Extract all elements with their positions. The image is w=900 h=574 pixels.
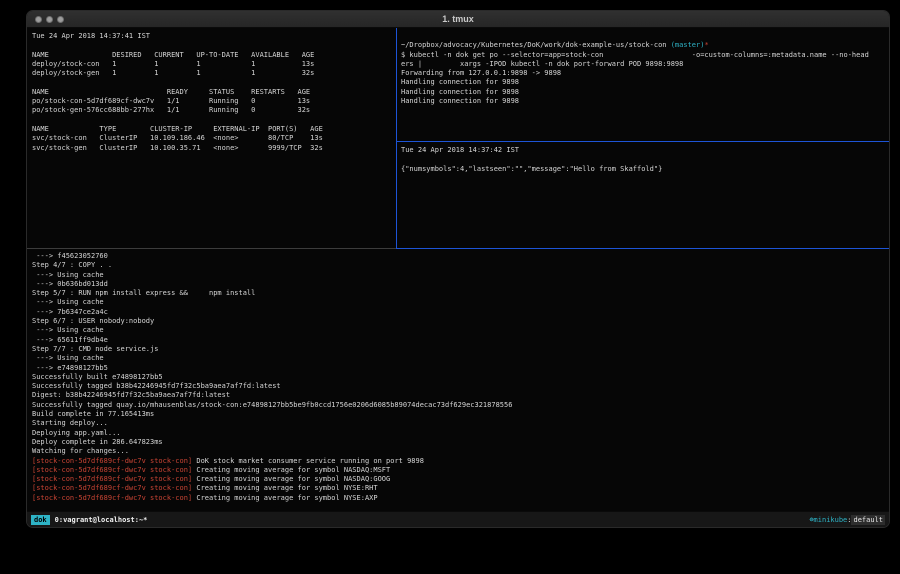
terminal-line: po/stock-con-5d7df689cf-dwc7v 1/1 Runnin… [32, 97, 396, 106]
terminal-line: Digest: b38b42246945fd7f32c5ba9aea7af7fd… [32, 391, 889, 400]
pane-kubectl-watch[interactable]: Tue 24 Apr 2018 14:37:41 IST NAME DESIRE… [27, 28, 396, 248]
session-name-badge[interactable]: dok [31, 515, 50, 525]
kube-namespace-label: default [851, 515, 885, 525]
terminal-line [32, 78, 396, 87]
terminal-line: [stock-con-5d7df689cf-dwc7v stock-con] C… [32, 494, 889, 503]
terminal-line: [stock-con-5d7df689cf-dwc7v stock-con] C… [32, 466, 889, 475]
terminal-line: Handling connection for 9898 [401, 88, 889, 97]
terminal-line [401, 32, 889, 41]
terminal-line: Step 4/7 : COPY . . [32, 261, 889, 270]
tmux-status-bar: dok 0:vagrant@localhost:~* ☸ minikube : … [27, 511, 889, 527]
terminal-line: {"numsymbols":4,"lastseen":"","message":… [401, 165, 889, 174]
terminal-line: po/stock-gen-576cc688bb-277hx 1/1 Runnin… [32, 106, 396, 115]
terminal-line: Successfully tagged quay.io/mhausenblas/… [32, 401, 889, 410]
pane-skaffold-log[interactable]: ---> f45623052760Step 4/7 : COPY . . ---… [27, 249, 889, 513]
terminal-line: Step 5/7 : RUN npm install express && np… [32, 289, 889, 298]
terminal-line: Tue 24 Apr 2018 14:37:41 IST [32, 32, 396, 41]
terminal-line: NAME DESIRED CURRENT UP-TO-DATE AVAILABL… [32, 51, 396, 60]
terminal-line: Step 6/7 : USER nobody:nobody [32, 317, 889, 326]
terminal-line: Handling connection for 9898 [401, 78, 889, 87]
terminal-line: NAME TYPE CLUSTER-IP EXTERNAL-IP PORT(S)… [32, 125, 396, 134]
terminal-line: Forwarding from 127.0.0.1:9898 -> 9898 [401, 69, 889, 78]
terminal-line: ---> e74898127bb5 [32, 364, 889, 373]
terminal-line: Tue 24 Apr 2018 14:37:42 IST [401, 146, 889, 155]
terminal-line: ---> Using cache [32, 271, 889, 280]
terminal-line: ---> Using cache [32, 326, 889, 335]
terminal-line: ---> 65611ff9db4e [32, 336, 889, 345]
terminal-line: Successfully built e74898127bb5 [32, 373, 889, 382]
terminal-line [32, 116, 396, 125]
terminal-window: 1. tmux Tue 24 Apr 2018 14:37:41 IST NAM… [26, 10, 890, 528]
pane-port-forward[interactable]: ~/Dropbox/advocacy/Kubernetes/DoK/work/d… [397, 28, 889, 141]
terminal-line: Watching for changes... [32, 447, 889, 456]
terminal-line [32, 41, 396, 50]
terminal-line: svc/stock-con ClusterIP 10.109.186.46 <n… [32, 134, 396, 143]
terminal-line: Successfully tagged b38b42246945fd7f32c5… [32, 382, 889, 391]
window-titlebar[interactable]: 1. tmux [27, 11, 889, 28]
terminal-line: Starting deploy... [32, 419, 889, 428]
kube-context-label: minikube [814, 516, 848, 524]
terminal-line: NAME READY STATUS RESTARTS AGE [32, 88, 396, 97]
terminal-line: ---> f45623052760 [32, 252, 889, 261]
terminal-line: [stock-con-5d7df689cf-dwc7v stock-con] C… [32, 484, 889, 493]
terminal-line: ---> Using cache [32, 298, 889, 307]
terminal-line: deploy/stock-gen 1 1 1 1 32s [32, 69, 396, 78]
terminal-line: svc/stock-gen ClusterIP 10.100.35.71 <no… [32, 144, 396, 153]
terminal-line: ers | xargs -IPOD kubectl -n dok port-fo… [401, 60, 889, 69]
status-bar-right: ☸ minikube : default [809, 515, 885, 525]
window-title: 1. tmux [27, 14, 889, 24]
pane-curl-output[interactable]: Tue 24 Apr 2018 14:37:42 IST {"numsymbol… [397, 142, 889, 248]
terminal-line: deploy/stock-con 1 1 1 1 13s [32, 60, 396, 69]
terminal-line: ---> 0b636bd013dd [32, 280, 889, 289]
terminal-line [401, 155, 889, 164]
terminal-line: ~/Dropbox/advocacy/Kubernetes/DoK/work/d… [401, 41, 889, 50]
terminal-line: Deploy complete in 286.647823ms [32, 438, 889, 447]
terminal-line: [stock-con-5d7df689cf-dwc7v stock-con] C… [32, 475, 889, 484]
terminal-line: ---> Using cache [32, 354, 889, 363]
terminal-line: [stock-con-5d7df689cf-dwc7v stock-con] D… [32, 457, 889, 466]
terminal-line: Build complete in 77.165413ms [32, 410, 889, 419]
terminal-line: Deploying app.yaml... [32, 429, 889, 438]
terminal-line: Handling connection for 9898 [401, 97, 889, 106]
window-list-item[interactable]: 0:vagrant@localhost:~* [55, 516, 148, 524]
terminal-line: $ kubectl -n dok get po --selector=app=s… [401, 51, 889, 60]
status-bar-left: dok 0:vagrant@localhost:~* [31, 515, 147, 525]
terminal-line: ---> 7b6347ce2a4c [32, 308, 889, 317]
terminal-line: Step 7/7 : CMD node service.js [32, 345, 889, 354]
